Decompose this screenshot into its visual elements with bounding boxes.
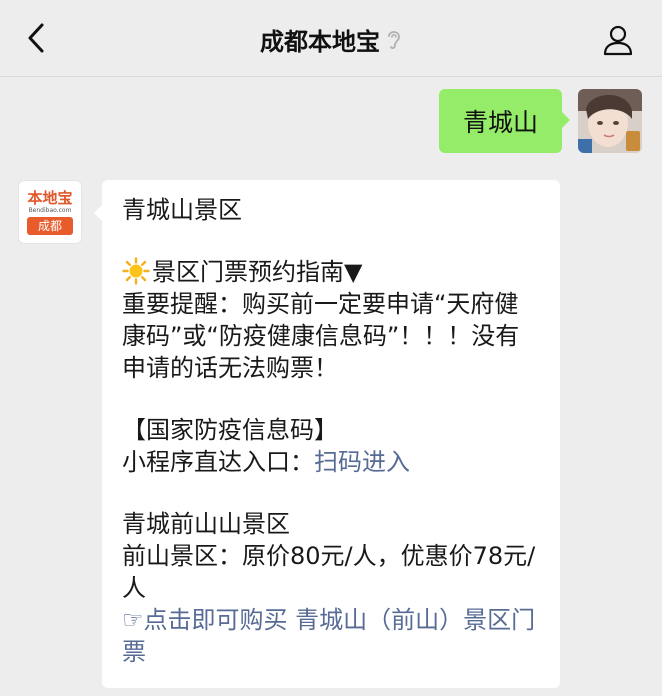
avatar-logo-top: 本地宝 [27,189,73,207]
outgoing-message-bubble[interactable]: 青城山 [438,89,571,153]
message-line-mini-program: 小程序直达入口：扫码进入 [122,446,540,478]
chat-title: 成都本地宝 [260,27,380,56]
message-line-reminder: 重要提醒：购买前一定要申请“天府健康码”或“防疫健康信息码”！！！没有申请的话无… [122,290,520,382]
sun-icon [122,257,150,285]
profile-button[interactable] [598,20,638,60]
user-avatar-image [578,89,642,153]
buy-ticket-link[interactable]: ☞点击即可购买 青城山（前山）景区门票 [122,604,540,668]
avatar-logo-site: Bendibao.com [28,207,72,214]
incoming-message-row: 本地宝 Bendibao.com 成都 青城山景区 景区门票预约指南▼ 重要提醒… [18,180,560,688]
incoming-message-bubble[interactable]: 青城山景区 景区门票预约指南▼ 重要提醒：购买前一定要申请“天府健康码”或“防疫… [94,180,560,688]
person-icon [603,25,633,56]
message-line-scenic-area: 青城山景区 [122,196,242,224]
bendibao-avatar[interactable]: 本地宝 Bendibao.com 成都 [18,180,82,244]
guide-text: 景区门票预约指南▼ [152,258,363,286]
message-line-front-mountain: 青城前山山景区 [122,510,290,538]
scan-code-link[interactable]: 扫码进入 [314,448,410,476]
ear-icon [388,31,400,49]
message-line-health-code: 【国家防疫信息码】 [122,416,338,444]
outgoing-message-row: 青城山 [438,89,642,153]
message-line-guide: 景区门票预约指南▼ [122,256,540,288]
nav-bar: 成都本地宝 [0,0,662,77]
message-line-price: 前山景区：原价80元/人，优惠价78元/人 [122,542,536,602]
avatar-logo-city: 成都 [27,217,73,235]
outgoing-message-text: 青城山 [462,108,538,137]
mini-program-label: 小程序直达入口： [122,448,314,476]
user-avatar[interactable] [578,89,642,153]
chat-title-wrap: 成都本地宝 [0,22,662,56]
